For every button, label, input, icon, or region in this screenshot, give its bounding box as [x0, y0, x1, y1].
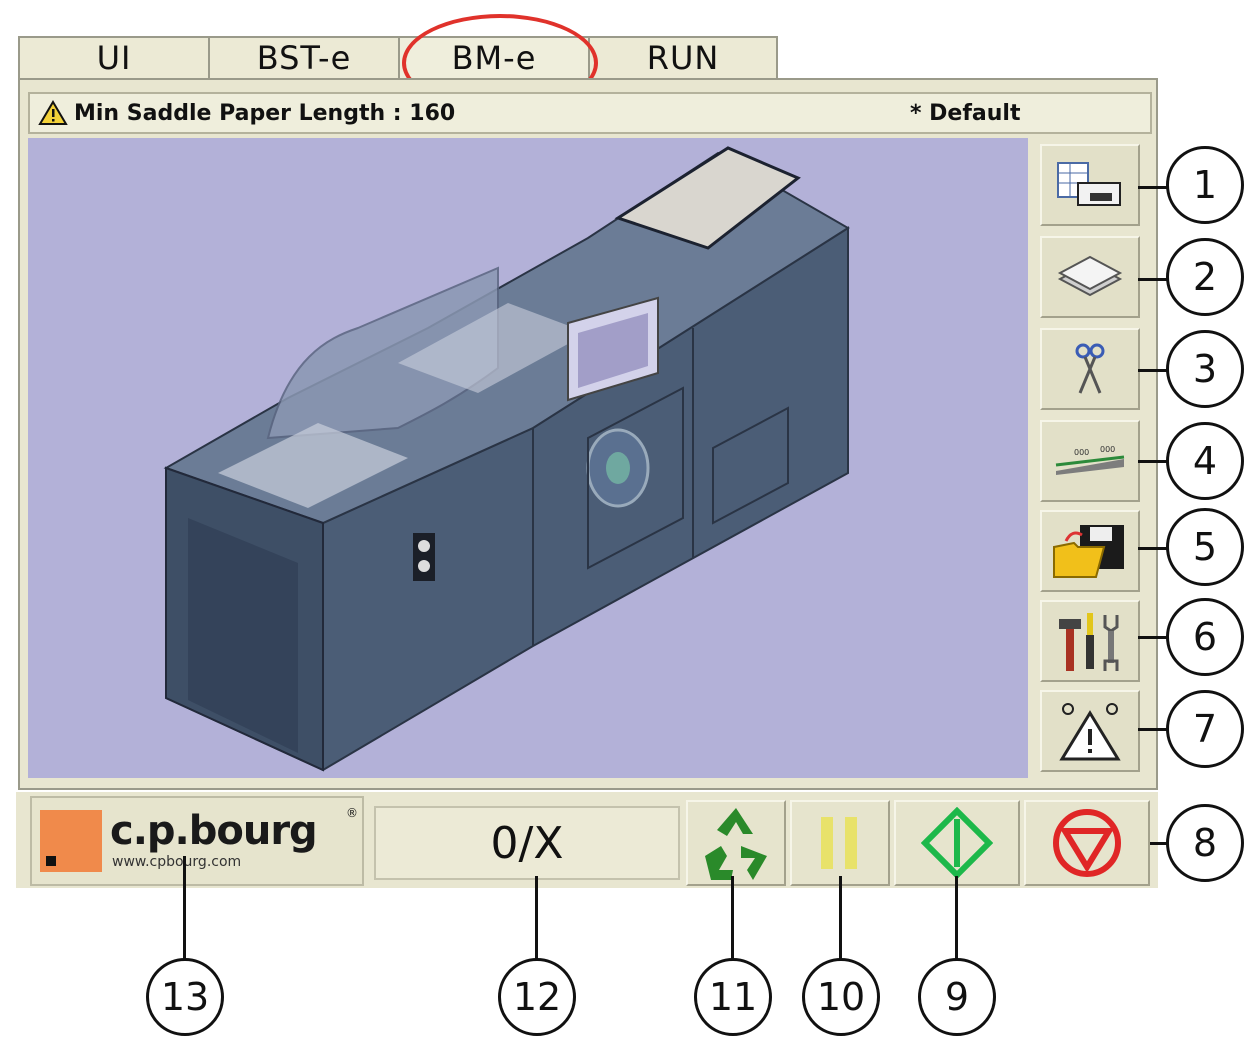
warning-icon — [38, 100, 68, 126]
callout-line-1 — [1138, 186, 1168, 189]
tab-ui[interactable]: UI — [18, 36, 210, 78]
stop-icon — [1053, 809, 1121, 877]
start-icon — [921, 807, 993, 879]
callout-line-5 — [1138, 547, 1168, 550]
callout-10: 10 — [802, 958, 880, 1036]
status-message: Min Saddle Paper Length : 160 — [74, 100, 456, 126]
callout-9: 9 — [918, 958, 996, 1036]
ruler-icon: 000 000 — [1055, 445, 1125, 475]
brand-url: www.cpbourg.com — [112, 854, 242, 870]
machine-view — [28, 138, 1028, 778]
stop-button[interactable] — [1024, 800, 1150, 886]
scissors-icon — [1075, 343, 1105, 394]
warning-sensors-icon — [1059, 703, 1121, 761]
paper-button[interactable] — [1040, 236, 1140, 318]
recycle-button[interactable] — [686, 800, 786, 886]
callout-line-12 — [535, 876, 538, 964]
callout-3: 3 — [1166, 330, 1244, 408]
callout-13: 13 — [146, 958, 224, 1036]
pause-icon — [821, 817, 857, 869]
svg-text:000: 000 — [1100, 445, 1115, 454]
callout-line-10 — [839, 876, 842, 964]
callout-7: 7 — [1166, 690, 1244, 768]
logo-panel: c.p.bourg ® www.cpbourg.com — [30, 796, 364, 886]
layout-icon — [1057, 162, 1121, 206]
callout-line-3 — [1138, 369, 1168, 372]
cut-button[interactable] — [1040, 328, 1140, 410]
maintenance-button[interactable] — [1040, 600, 1140, 682]
callout-line-9 — [955, 876, 958, 964]
measure-button[interactable]: 000 000 — [1040, 420, 1140, 502]
callout-6: 6 — [1166, 598, 1244, 676]
callout-line-11 — [731, 876, 734, 964]
callout-line-2 — [1138, 278, 1168, 281]
callout-line-13 — [183, 856, 186, 964]
callout-8: 8 — [1166, 804, 1244, 882]
save-load-button[interactable] — [1040, 510, 1140, 592]
svg-text:000: 000 — [1074, 448, 1089, 457]
machine-illustration — [163, 146, 850, 772]
registered-mark: ® — [346, 806, 358, 820]
tab-run[interactable]: RUN — [588, 36, 778, 78]
pause-button[interactable] — [790, 800, 890, 886]
status-bar: Min Saddle Paper Length : 160 * Default — [28, 92, 1152, 134]
callout-1: 1 — [1166, 146, 1244, 224]
alarm-button[interactable] — [1040, 690, 1140, 772]
tools-icon — [1059, 613, 1119, 671]
callout-5: 5 — [1166, 508, 1244, 586]
job-counter: 0/X — [374, 806, 680, 880]
brand-name: c.p.bourg — [110, 808, 318, 854]
start-button[interactable] — [894, 800, 1020, 886]
callout-line-4 — [1138, 460, 1168, 463]
callout-line-6 — [1138, 636, 1168, 639]
callout-12: 12 — [498, 958, 576, 1036]
callout-line-7 — [1138, 728, 1168, 731]
preset-label: * Default — [910, 100, 1021, 126]
callout-11: 11 — [694, 958, 772, 1036]
callout-4: 4 — [1166, 422, 1244, 500]
logo-mark — [40, 810, 102, 872]
callout-2: 2 — [1166, 238, 1244, 316]
tab-bst-e[interactable]: BST-e — [208, 36, 400, 78]
paper-stack-icon — [1057, 255, 1123, 297]
floppy-folder-icon — [1053, 525, 1124, 578]
layout-button[interactable] — [1040, 144, 1140, 226]
recycle-icon — [705, 808, 767, 880]
